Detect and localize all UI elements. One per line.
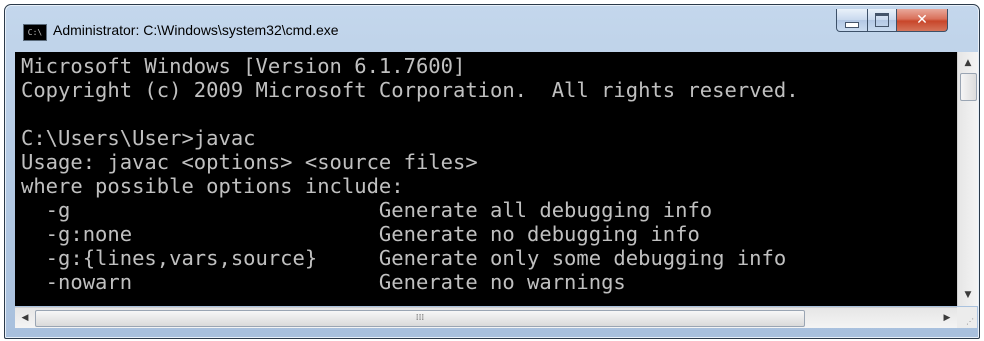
horizontal-scrollbar[interactable]: ◀ ⁞⁞⁞ ▶ (15, 307, 957, 328)
title-bar[interactable]: C:\ Administrator: C:\Windows\system32\c… (5, 5, 979, 51)
scroll-up-arrow-icon[interactable]: ▲ (958, 54, 978, 72)
console-line: Microsoft Windows [Version 6.1.7600] (21, 54, 466, 78)
maximize-icon (875, 13, 889, 27)
console-line: -g:none Generate no debugging info (21, 222, 700, 246)
maximize-button[interactable] (867, 9, 897, 32)
resize-grip[interactable]: ⋰ (957, 307, 977, 328)
console-line: C:\Users\User>javac (21, 126, 256, 150)
window-title: Administrator: C:\Windows\system32\cmd.e… (53, 22, 339, 38)
console-line: where possible options include: (21, 174, 404, 198)
vertical-scroll-thumb[interactable] (960, 73, 977, 101)
console-line: -g Generate all debugging info (21, 198, 713, 222)
console-line: -nowarn Generate no warnings (21, 270, 626, 294)
minimize-button[interactable] (836, 9, 868, 32)
cmd-icon[interactable]: C:\ (23, 24, 47, 41)
scroll-left-arrow-icon[interactable]: ◀ (15, 308, 35, 328)
console-line: Copyright (c) 2009 Microsoft Corporation… (21, 78, 799, 102)
cmd-window: C:\ Administrator: C:\Windows\system32\c… (4, 4, 980, 339)
close-button[interactable]: ✕ (896, 9, 948, 32)
scroll-right-arrow-icon[interactable]: ▶ (937, 308, 957, 328)
vertical-scrollbar[interactable]: ▲ ▼ (957, 52, 978, 306)
console-output[interactable]: Microsoft Windows [Version 6.1.7600] Cop… (15, 52, 957, 306)
close-icon: ✕ (916, 12, 928, 28)
resize-grip-icon: ⋰ (966, 317, 974, 326)
console-line: Usage: javac <options> <source files> (21, 150, 478, 174)
console-line: -g:{lines,vars,source} Generate only som… (21, 246, 787, 270)
horizontal-scroll-thumb[interactable]: ⁞⁞⁞ (35, 310, 805, 327)
scroll-down-arrow-icon[interactable]: ▼ (958, 286, 978, 304)
minimize-icon (845, 22, 859, 28)
